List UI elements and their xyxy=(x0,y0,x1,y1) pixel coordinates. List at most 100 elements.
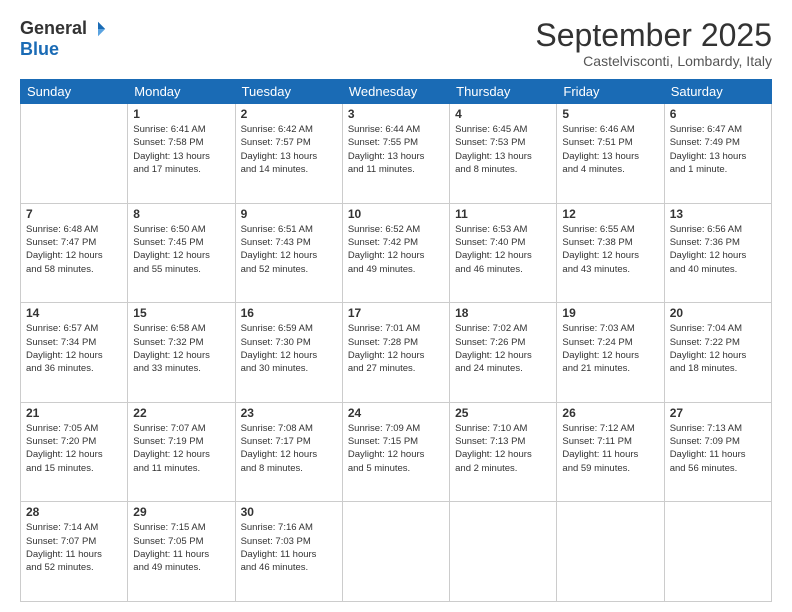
day-number: 2 xyxy=(241,107,337,121)
day-number: 6 xyxy=(670,107,766,121)
day-number: 7 xyxy=(26,207,122,221)
logo: General Blue xyxy=(20,18,107,60)
day-info: Sunrise: 7:10 AM Sunset: 7:13 PM Dayligh… xyxy=(455,422,551,475)
day-number: 3 xyxy=(348,107,444,121)
calendar-week-3: 14Sunrise: 6:57 AM Sunset: 7:34 PM Dayli… xyxy=(21,303,772,403)
day-info: Sunrise: 6:44 AM Sunset: 7:55 PM Dayligh… xyxy=(348,123,444,176)
calendar-cell: 2Sunrise: 6:42 AM Sunset: 7:57 PM Daylig… xyxy=(235,104,342,204)
day-info: Sunrise: 7:13 AM Sunset: 7:09 PM Dayligh… xyxy=(670,422,766,475)
calendar-week-5: 28 Sunrise: 7:14 AM Sunset: 7:07 PM Dayli… xyxy=(21,502,772,602)
day-info: Sunrise: 7:14 AM Sunset: 7:07 PM Dayligh… xyxy=(26,521,122,574)
day-number: 17 xyxy=(348,306,444,320)
calendar: Sunday Monday Tuesday Wednesday Thursday… xyxy=(20,79,772,602)
day-info: Sunrise: 7:12 AM Sunset: 7:11 PM Dayligh… xyxy=(562,422,658,475)
header-tuesday: Tuesday xyxy=(235,80,342,104)
calendar-cell: 18 Sunrise: 7:02 AM Sunset: 7:26 PM Dayli… xyxy=(450,303,557,403)
calendar-cell: 23Sunrise: 7:08 AM Sunset: 7:17 PM Dayli… xyxy=(235,402,342,502)
day-number: 23 xyxy=(241,406,337,420)
day-info: Sunrise: 6:41 AM Sunset: 7:58 PM Dayligh… xyxy=(133,123,229,176)
calendar-cell: 14Sunrise: 6:57 AM Sunset: 7:34 PM Dayli… xyxy=(21,303,128,403)
title-section: September 2025 Castelvisconti, Lombardy,… xyxy=(535,18,772,69)
calendar-cell: 1 Sunrise: 6:41 AM Sunset: 7:58 PM Daylig… xyxy=(128,104,235,204)
day-info: Sunrise: 6:45 AM Sunset: 7:53 PM Dayligh… xyxy=(455,123,551,176)
day-info: Sunrise: 7:05 AM Sunset: 7:20 PM Dayligh… xyxy=(26,422,122,475)
day-info: Sunrise: 6:52 AM Sunset: 7:42 PM Dayligh… xyxy=(348,223,444,276)
day-number: 19 xyxy=(562,306,658,320)
day-number: 15 xyxy=(133,306,229,320)
calendar-cell: 7 Sunrise: 6:48 AM Sunset: 7:47 PM Daylig… xyxy=(21,203,128,303)
calendar-cell xyxy=(21,104,128,204)
day-number: 28 xyxy=(26,505,122,519)
calendar-cell: 3 Sunrise: 6:44 AM Sunset: 7:55 PM Daylig… xyxy=(342,104,449,204)
day-number: 16 xyxy=(241,306,337,320)
day-number: 27 xyxy=(670,406,766,420)
logo-general: General xyxy=(20,18,87,39)
month-title: September 2025 xyxy=(535,18,772,53)
calendar-cell: 17 Sunrise: 7:01 AM Sunset: 7:28 PM Dayli… xyxy=(342,303,449,403)
page: General Blue September 2025 Castelviscon… xyxy=(0,0,792,612)
day-number: 25 xyxy=(455,406,551,420)
day-number: 8 xyxy=(133,207,229,221)
header-sunday: Sunday xyxy=(21,80,128,104)
calendar-cell xyxy=(557,502,664,602)
day-number: 14 xyxy=(26,306,122,320)
day-info: Sunrise: 6:55 AM Sunset: 7:38 PM Dayligh… xyxy=(562,223,658,276)
location: Castelvisconti, Lombardy, Italy xyxy=(535,53,772,69)
day-info: Sunrise: 7:16 AM Sunset: 7:03 PM Dayligh… xyxy=(241,521,337,574)
day-number: 1 xyxy=(133,107,229,121)
day-info: Sunrise: 6:47 AM Sunset: 7:49 PM Dayligh… xyxy=(670,123,766,176)
calendar-cell xyxy=(664,502,771,602)
header-thursday: Thursday xyxy=(450,80,557,104)
logo-blue: Blue xyxy=(20,39,59,59)
day-info: Sunrise: 6:48 AM Sunset: 7:47 PM Dayligh… xyxy=(26,223,122,276)
header-wednesday: Wednesday xyxy=(342,80,449,104)
weekday-header-row: Sunday Monday Tuesday Wednesday Thursday… xyxy=(21,80,772,104)
logo-icon xyxy=(89,20,107,38)
day-info: Sunrise: 6:58 AM Sunset: 7:32 PM Dayligh… xyxy=(133,322,229,375)
calendar-week-4: 21 Sunrise: 7:05 AM Sunset: 7:20 PM Dayli… xyxy=(21,402,772,502)
day-number: 21 xyxy=(26,406,122,420)
day-info: Sunrise: 7:01 AM Sunset: 7:28 PM Dayligh… xyxy=(348,322,444,375)
calendar-cell: 30 Sunrise: 7:16 AM Sunset: 7:03 PM Dayli… xyxy=(235,502,342,602)
day-info: Sunrise: 6:53 AM Sunset: 7:40 PM Dayligh… xyxy=(455,223,551,276)
day-number: 30 xyxy=(241,505,337,519)
day-number: 22 xyxy=(133,406,229,420)
day-number: 24 xyxy=(348,406,444,420)
day-number: 13 xyxy=(670,207,766,221)
calendar-cell: 27 Sunrise: 7:13 AM Sunset: 7:09 PM Dayli… xyxy=(664,402,771,502)
calendar-cell: 15 Sunrise: 6:58 AM Sunset: 7:32 PM Dayli… xyxy=(128,303,235,403)
day-info: Sunrise: 6:51 AM Sunset: 7:43 PM Dayligh… xyxy=(241,223,337,276)
day-number: 5 xyxy=(562,107,658,121)
day-number: 20 xyxy=(670,306,766,320)
calendar-cell: 21 Sunrise: 7:05 AM Sunset: 7:20 PM Dayli… xyxy=(21,402,128,502)
calendar-cell xyxy=(342,502,449,602)
day-number: 18 xyxy=(455,306,551,320)
calendar-cell: 12Sunrise: 6:55 AM Sunset: 7:38 PM Dayli… xyxy=(557,203,664,303)
calendar-cell: 24 Sunrise: 7:09 AM Sunset: 7:15 PM Dayli… xyxy=(342,402,449,502)
day-info: Sunrise: 7:07 AM Sunset: 7:19 PM Dayligh… xyxy=(133,422,229,475)
day-number: 10 xyxy=(348,207,444,221)
day-info: Sunrise: 6:50 AM Sunset: 7:45 PM Dayligh… xyxy=(133,223,229,276)
header-monday: Monday xyxy=(128,80,235,104)
calendar-cell: 28 Sunrise: 7:14 AM Sunset: 7:07 PM Dayli… xyxy=(21,502,128,602)
day-info: Sunrise: 7:09 AM Sunset: 7:15 PM Dayligh… xyxy=(348,422,444,475)
header-saturday: Saturday xyxy=(664,80,771,104)
calendar-cell: 11Sunrise: 6:53 AM Sunset: 7:40 PM Dayli… xyxy=(450,203,557,303)
calendar-cell: 4 Sunrise: 6:45 AM Sunset: 7:53 PM Daylig… xyxy=(450,104,557,204)
day-info: Sunrise: 7:02 AM Sunset: 7:26 PM Dayligh… xyxy=(455,322,551,375)
day-number: 9 xyxy=(241,207,337,221)
calendar-cell: 5Sunrise: 6:46 AM Sunset: 7:51 PM Daylig… xyxy=(557,104,664,204)
calendar-cell: 29Sunrise: 7:15 AM Sunset: 7:05 PM Dayli… xyxy=(128,502,235,602)
calendar-cell: 8 Sunrise: 6:50 AM Sunset: 7:45 PM Daylig… xyxy=(128,203,235,303)
day-info: Sunrise: 7:04 AM Sunset: 7:22 PM Dayligh… xyxy=(670,322,766,375)
day-info: Sunrise: 6:59 AM Sunset: 7:30 PM Dayligh… xyxy=(241,322,337,375)
day-info: Sunrise: 7:03 AM Sunset: 7:24 PM Dayligh… xyxy=(562,322,658,375)
calendar-cell: 20 Sunrise: 7:04 AM Sunset: 7:22 PM Dayli… xyxy=(664,303,771,403)
calendar-cell: 10 Sunrise: 6:52 AM Sunset: 7:42 PM Dayli… xyxy=(342,203,449,303)
day-number: 4 xyxy=(455,107,551,121)
day-info: Sunrise: 6:56 AM Sunset: 7:36 PM Dayligh… xyxy=(670,223,766,276)
day-number: 29 xyxy=(133,505,229,519)
day-number: 26 xyxy=(562,406,658,420)
calendar-cell: 22 Sunrise: 7:07 AM Sunset: 7:19 PM Dayli… xyxy=(128,402,235,502)
calendar-week-2: 7 Sunrise: 6:48 AM Sunset: 7:47 PM Daylig… xyxy=(21,203,772,303)
